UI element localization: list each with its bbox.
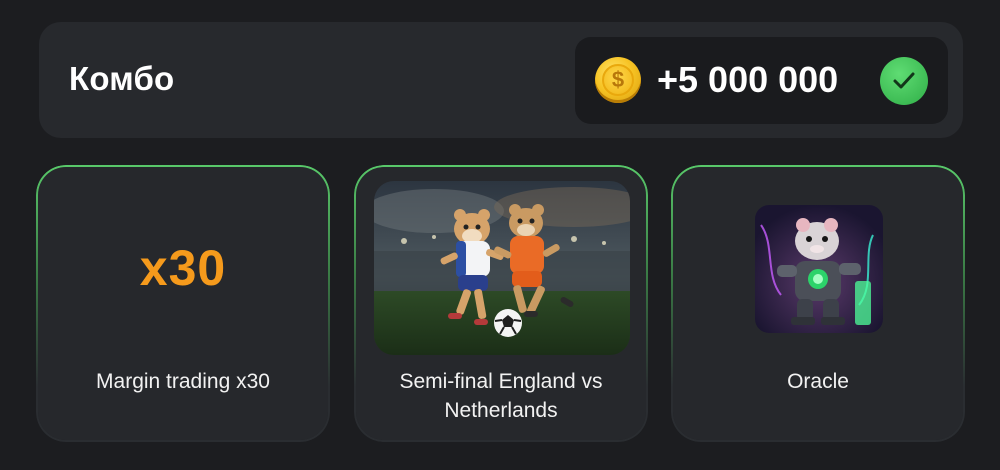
reward-amount: +5 000 000	[657, 59, 839, 100]
combo-card-margin-trading[interactable]: x30 Margin trading x30	[36, 165, 330, 442]
combo-reward: $ +5 000 000	[575, 37, 948, 124]
combo-card-oracle[interactable]: Oracle	[671, 165, 965, 442]
coin-icon: $	[595, 57, 641, 103]
check-icon	[880, 57, 928, 105]
football-hamsters-image	[374, 181, 630, 355]
oracle-hamster-image	[755, 205, 883, 333]
multiplier-text: x30	[139, 240, 227, 296]
combo-title: Комбо	[69, 60, 175, 97]
card-label: Margin trading x30	[96, 370, 270, 393]
card-label: Oracle	[787, 370, 849, 393]
card-label: Semi-final England vs Netherlands	[399, 370, 603, 422]
coin-symbol: $	[602, 64, 634, 96]
combo-header: Комбо $ +5 000 000	[39, 22, 963, 138]
combo-card-semifinal[interactable]: Semi-final England vs Netherlands	[354, 165, 648, 442]
